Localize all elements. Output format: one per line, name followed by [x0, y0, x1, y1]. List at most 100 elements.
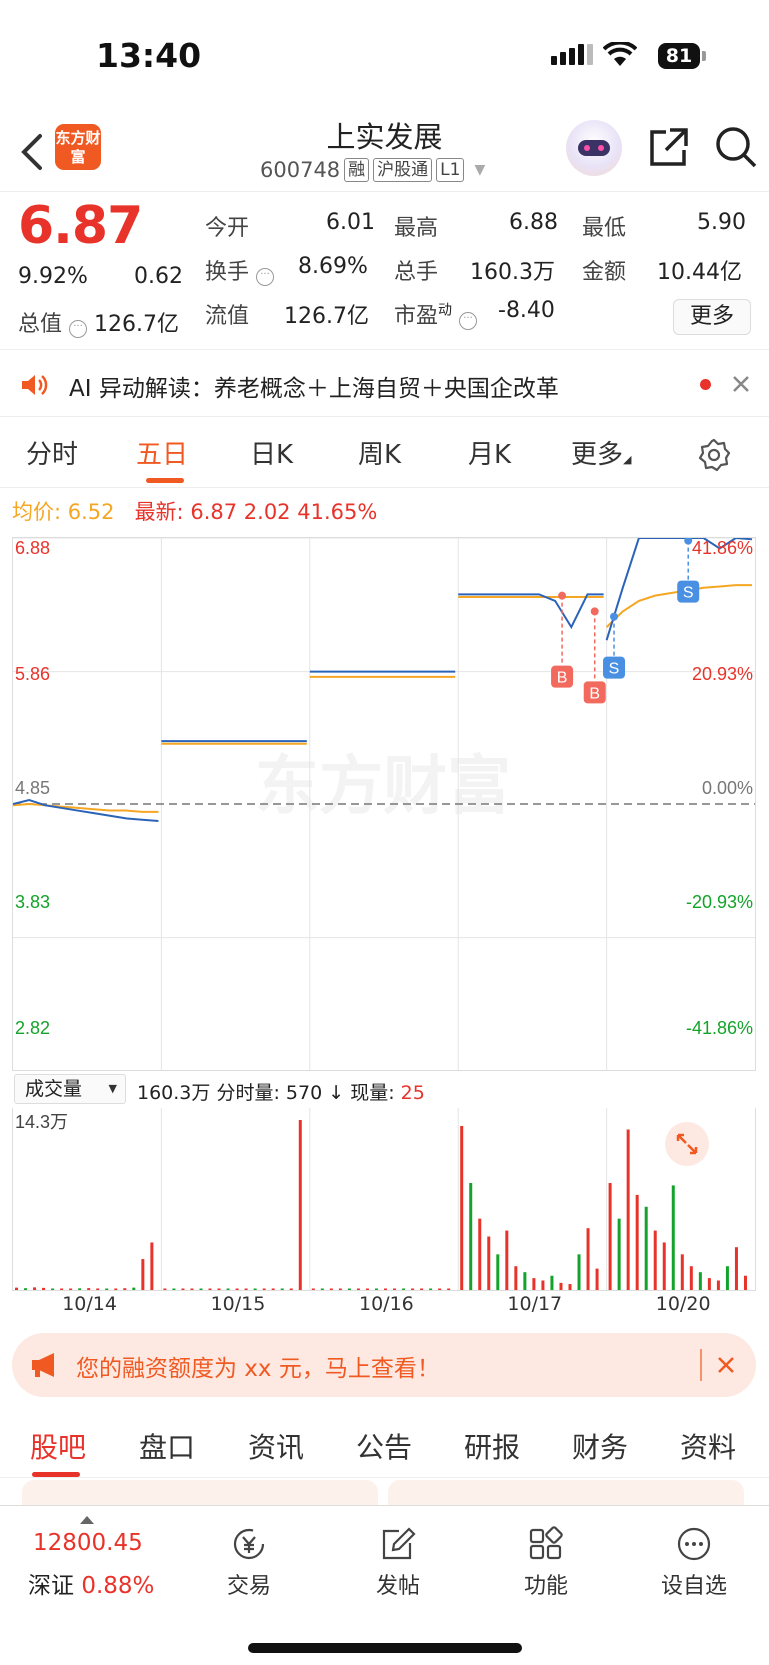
tab-guba[interactable]: 股吧 [30, 1426, 86, 1466]
volume-bar [87, 1288, 91, 1290]
volume-header: 成交量 ▼ 160.3万 分时量: 570 ↓ 现量: 25 [12, 1072, 756, 1108]
tab-finance[interactable]: 财务 [572, 1426, 628, 1466]
volume-bar [626, 1129, 630, 1290]
y-tick-left: 2.82 [15, 1018, 50, 1038]
tab-news[interactable]: 资讯 [248, 1426, 304, 1466]
volume-bar [235, 1288, 239, 1290]
close-icon[interactable] [716, 1355, 736, 1375]
volume-bar [356, 1288, 360, 1290]
marker-label: B [589, 685, 600, 702]
volume-bar [680, 1254, 684, 1290]
trade-button[interactable]: 交易 [194, 1526, 304, 1600]
five-day-chart[interactable]: 东方财富 B B S S 6.88 5.86 4.85 3.83 2.82 41.86% 20.93… [12, 536, 756, 1071]
market-cap-row: 总值 ··· 126.7亿 [18, 312, 179, 338]
ai-insight-banner[interactable]: AI 异动解读：养老概念＋上海自贸＋央国企改革 [0, 351, 769, 417]
status-bar: 13:40 81 [0, 0, 769, 110]
chart-period-tabs: 分时 五日 日K 周K 月K 更多◢ [0, 418, 769, 488]
volume-bar [420, 1288, 424, 1290]
quote-panel: 6.87 9.92% 0.62 总值 ··· 126.7亿 今开 6.01 最高… [0, 192, 769, 350]
info-icon[interactable]: ··· [256, 268, 275, 286]
info-icon[interactable]: ··· [459, 312, 478, 330]
close-icon[interactable] [731, 374, 751, 394]
volume-bar [523, 1272, 527, 1290]
search-icon[interactable] [713, 124, 759, 170]
change-amount: 0.62 [134, 264, 183, 289]
edit-icon [382, 1527, 416, 1560]
tab-announcements[interactable]: 公告 [356, 1426, 412, 1466]
y-tick-left: 6.88 [15, 538, 50, 558]
tab-five-day[interactable]: 五日 [136, 434, 188, 471]
volume-bar [447, 1288, 451, 1290]
more-button[interactable]: 更多 [673, 299, 751, 335]
settings-gear-icon[interactable] [697, 438, 731, 472]
index-value[interactable]: 12800.45 [33, 1530, 143, 1556]
battery-icon: 81 [658, 43, 700, 69]
tab-more[interactable]: 更多◢ [571, 434, 631, 471]
unread-dot [700, 379, 711, 390]
home-indicator [248, 1643, 522, 1653]
stock-code-row[interactable]: 600748 融 沪股通 L1 ▼ [260, 158, 485, 182]
marker-label: S [683, 585, 694, 602]
tab-daily-k[interactable]: 日K [250, 434, 293, 471]
volume-bar [132, 1287, 136, 1290]
high-price: 6.88 [509, 210, 558, 235]
marker-label: B [557, 670, 568, 687]
volume-bar [51, 1288, 55, 1290]
post-button[interactable]: 发帖 [343, 1526, 453, 1600]
volume-bar [469, 1183, 473, 1290]
volume-total: 160.3万 [137, 1082, 211, 1104]
volume-bar [595, 1268, 599, 1290]
ai-assistant-icon[interactable] [566, 120, 622, 176]
tag-margin: 融 [344, 158, 370, 182]
promo-text: 您的融资额度为 xx 元，马上查看！ [76, 1356, 440, 1382]
volume-bar [496, 1254, 500, 1290]
volume-bar [734, 1247, 738, 1290]
indicator-selector[interactable]: 成交量 ▼ [14, 1074, 126, 1104]
add-watchlist-button[interactable]: 设自选 [639, 1526, 749, 1600]
latest-pct: 41.65% [297, 500, 378, 524]
open-price: 6.01 [326, 210, 375, 235]
volume-bar [271, 1288, 275, 1290]
tab-orderbook[interactable]: 盘口 [139, 1426, 195, 1466]
more-dots-icon [677, 1527, 711, 1561]
tab-monthly-k[interactable]: 月K [468, 434, 511, 471]
change-pct: 9.92% [18, 264, 88, 289]
y-tick-right: 0.00% [702, 778, 753, 798]
tab-intraday[interactable]: 分时 [26, 434, 78, 471]
volume-bar [653, 1230, 657, 1290]
promo-banner[interactable]: 您的融资额度为 xx 元，马上查看！ [12, 1333, 756, 1397]
volume-bar [365, 1288, 369, 1290]
volume-bar [262, 1288, 266, 1290]
volume-bar [707, 1278, 711, 1290]
volume-bar [244, 1288, 248, 1290]
trade-marker-dot [590, 607, 599, 616]
tab-research[interactable]: 研报 [464, 1426, 520, 1466]
volume-bar [298, 1120, 302, 1290]
stock-header: 东方财富 上实发展 600748 融 沪股通 L1 ▼ [0, 110, 769, 192]
function-button[interactable]: 功能 [491, 1526, 601, 1600]
tab-weekly-k[interactable]: 周K [358, 434, 401, 471]
expand-icon[interactable] [665, 1122, 709, 1166]
volume-bar [460, 1125, 464, 1290]
expand-up-icon[interactable] [80, 1516, 94, 1524]
volume-bar [689, 1266, 693, 1290]
share-icon[interactable] [646, 124, 692, 170]
tab-profile[interactable]: 资料 [680, 1426, 736, 1466]
volume-bar [329, 1288, 333, 1290]
last-price: 6.87 [18, 196, 143, 256]
watermark: 东方财富 [255, 750, 511, 822]
volume-bar [217, 1288, 221, 1290]
grid-apps-icon [529, 1526, 563, 1560]
volume-bar [199, 1288, 203, 1290]
tag-connect: 沪股通 [373, 158, 433, 182]
volume-chart[interactable]: 14.3万 [12, 1108, 756, 1291]
volume-bar [347, 1288, 351, 1290]
latest-change: 2.02 [243, 500, 291, 524]
volume-bar [374, 1288, 378, 1290]
signal-icon [551, 44, 593, 65]
info-icon[interactable]: ··· [69, 320, 88, 338]
y-tick-left: 3.83 [15, 892, 50, 912]
trade-marker-dot [558, 591, 567, 600]
volume-bar [69, 1288, 73, 1290]
trade-marker-dot [610, 612, 619, 621]
